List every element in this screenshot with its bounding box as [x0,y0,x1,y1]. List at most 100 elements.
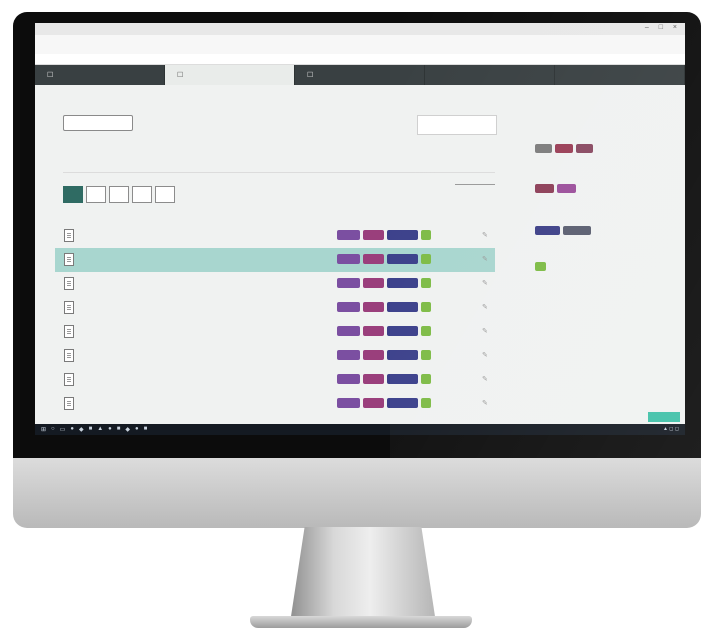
pencil-icon[interactable]: ✎ [482,399,488,407]
tag-chip[interactable] [421,374,431,384]
tag-chip[interactable] [363,398,384,408]
app-nav: ☐ ☐ ☐ [35,65,685,85]
divider [63,172,495,173]
tag-chip[interactable] [421,254,431,264]
nav-tab-1[interactable]: ☐ [35,65,165,85]
app-icon[interactable]: ● [108,426,112,433]
app-icon[interactable]: ■ [144,426,148,433]
nav-tab-2[interactable]: ☐ [165,65,295,85]
tag-list [337,230,431,240]
nav-tab-5[interactable] [555,65,685,85]
tag-chip[interactable] [387,230,418,240]
list-item[interactable]: ✎ [55,296,495,320]
taskbar: ⊞ ○ ▭ ● ◆ ■ ▲ ● ■ ◆ ● ■ ▲ ◻ ◻ [35,424,685,435]
app-icon[interactable]: ● [135,426,139,433]
tag-chip[interactable] [387,278,418,288]
sort-dropdown[interactable] [455,184,495,185]
tag-chip[interactable] [337,350,360,360]
tag-chip[interactable] [563,226,591,235]
pencil-icon[interactable]: ✎ [482,279,488,287]
tag-chip[interactable] [535,262,546,271]
monitor-stand-base [250,616,472,628]
start-icon[interactable]: ⊞ [41,426,46,433]
tag-chip[interactable] [337,230,360,240]
pencil-icon[interactable]: ✎ [482,303,488,311]
tag-chip[interactable] [387,302,418,312]
document-icon [64,253,74,266]
list-item[interactable]: ✎ [55,344,495,368]
tag-group [535,181,576,193]
app-icon[interactable]: ▲ [97,426,103,433]
tag-list [337,254,431,264]
tag-chip[interactable] [421,230,431,240]
tag-chip[interactable] [421,302,431,312]
search-icon[interactable]: ○ [51,426,55,433]
tag-chip[interactable] [535,144,552,153]
app-icon[interactable]: ■ [89,426,93,433]
task-view-icon[interactable]: ▭ [60,426,66,433]
tag-chip[interactable] [363,230,384,240]
tag-chip[interactable] [387,374,418,384]
filter-button[interactable] [132,186,152,203]
tag-chip[interactable] [337,398,360,408]
search-input[interactable] [417,115,497,135]
tag-chip[interactable] [421,278,431,288]
app-icon[interactable]: ● [70,426,74,433]
tag-chip[interactable] [555,144,573,153]
tag-list [337,398,431,408]
tag-chip[interactable] [387,254,418,264]
tag-chip[interactable] [363,302,384,312]
app-icon[interactable]: ◆ [125,426,130,433]
nav-tab-3[interactable]: ☐ [295,65,425,85]
tag-group [535,223,591,235]
list-item[interactable]: ✎ [55,248,495,272]
tag-chip[interactable] [363,278,384,288]
tag-chip[interactable] [363,374,384,384]
tag-chip[interactable] [421,398,431,408]
list-item[interactable]: ✎ [55,368,495,392]
list-item[interactable]: ✎ [55,320,495,344]
add-button[interactable] [63,115,133,131]
monitor-chin [13,458,701,528]
tag-chip[interactable] [557,184,576,193]
app-icon[interactable]: ■ [117,426,121,433]
system-tray[interactable]: ▲ ◻ ◻ [663,426,679,432]
window-controls[interactable]: – □ × [645,24,681,31]
right-sidebar [527,84,677,424]
tag-chip[interactable] [337,302,360,312]
pencil-icon[interactable]: ✎ [482,231,488,239]
tag-chip[interactable] [337,326,360,336]
filter-button[interactable] [63,186,83,203]
address-bar[interactable] [35,35,685,45]
app-icon[interactable]: ◆ [79,426,84,433]
help-button[interactable] [648,412,680,422]
filter-button[interactable] [155,186,175,203]
filter-button[interactable] [109,186,129,203]
pencil-icon[interactable]: ✎ [482,255,488,263]
tag-chip[interactable] [421,350,431,360]
tag-chip[interactable] [535,226,560,235]
tag-chip[interactable] [337,278,360,288]
tag-chip[interactable] [337,254,360,264]
square-icon: ☐ [47,72,54,79]
tag-list [337,278,431,288]
tag-chip[interactable] [421,326,431,336]
list-item[interactable]: ✎ [55,392,495,416]
tag-chip[interactable] [387,326,418,336]
tag-chip[interactable] [337,374,360,384]
pencil-icon[interactable]: ✎ [482,327,488,335]
pencil-icon[interactable]: ✎ [482,351,488,359]
pencil-icon[interactable]: ✎ [482,375,488,383]
list-item[interactable]: ✎ [55,224,495,248]
nav-tab-4[interactable] [425,65,555,85]
tag-chip[interactable] [387,350,418,360]
filter-button[interactable] [86,186,106,203]
tag-chip[interactable] [535,184,554,193]
square-icon: ☐ [177,72,184,79]
tag-chip[interactable] [387,398,418,408]
tag-chip[interactable] [363,326,384,336]
tag-chip[interactable] [576,144,593,153]
list-item[interactable]: ✎ [55,272,495,296]
tag-chip[interactable] [363,350,384,360]
tag-chip[interactable] [363,254,384,264]
